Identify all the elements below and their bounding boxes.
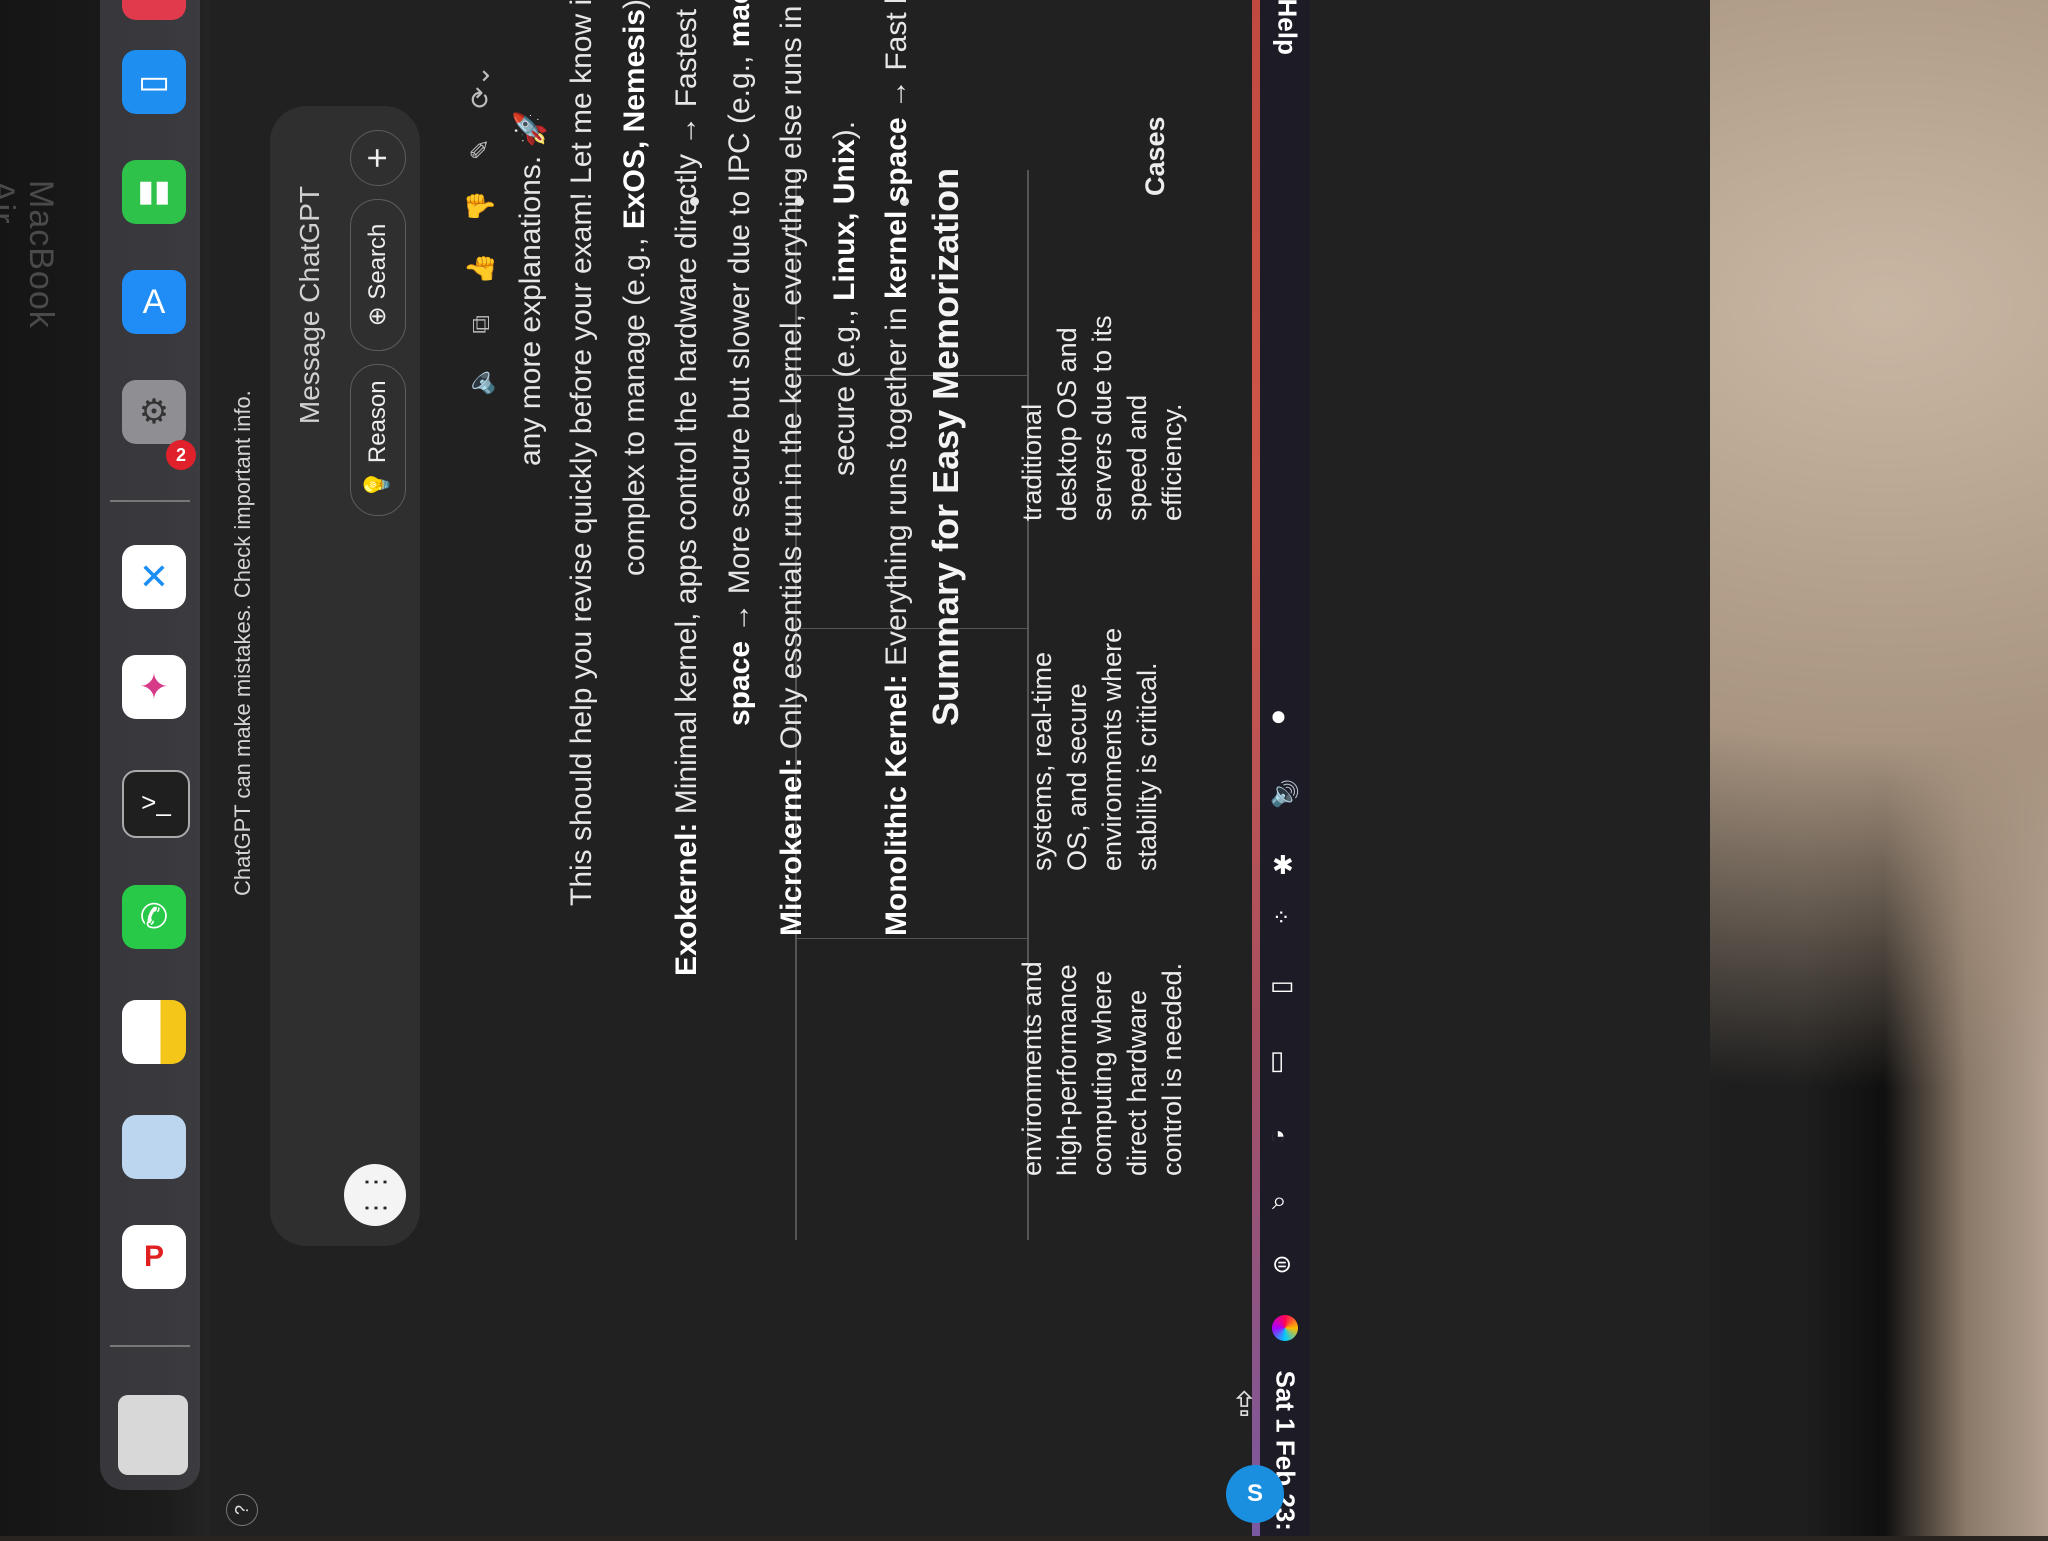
bullet-2-line-2: space → More secure but slower due to IP… — [723, 0, 757, 726]
b1l2-a: secure (e.g., — [828, 300, 861, 476]
b1-term: Monolithic Kernel: — [880, 674, 913, 936]
b1-text: Everything runs together in — [880, 299, 913, 675]
attach-plus-button[interactable]: + — [350, 130, 406, 186]
dock-divider — [110, 500, 190, 502]
search-label: Search — [364, 223, 391, 300]
dock-app-partial-red[interactable] — [122, 0, 186, 20]
b2-term: Microkernel: — [775, 757, 808, 936]
terminal-icon[interactable]: >_ — [122, 770, 190, 838]
xcode-like-icon[interactable]: ✕ — [122, 545, 186, 609]
keynote-icon[interactable]: ▭ — [122, 50, 186, 114]
b2l2-c: macOS, Minix — [723, 0, 756, 47]
bullet-3-line-1: Exokernel: Minimal kernel, apps control … — [670, 0, 704, 976]
capcut-like-icon[interactable]: ✦ — [122, 655, 186, 719]
b2l2-b: → More secure but slower due to IPC (e.g… — [723, 47, 756, 641]
bulb-icon: 💡 — [364, 463, 391, 500]
b3l2-a: complex to manage (e.g., — [618, 229, 651, 576]
composer: Message ChatGPT + ⊕ Search 💡 Reason ⋮⋮ — [270, 106, 420, 1246]
bullet-3-line-2: complex to manage (e.g., ExOS, Nemesis). — [618, 0, 652, 576]
disclaimer: ChatGPT can make mistakes. Check importa… — [230, 390, 255, 896]
b3-text: Minimal kernel, apps control the hardwar… — [670, 0, 703, 823]
laptop-brand-label: MacBook Air — [0, 180, 60, 329]
b1l2-b: Linux, Unix — [828, 139, 861, 301]
thumbs-up-icon[interactable]: 👍 — [465, 253, 497, 285]
b3l2-b: ExOS, Nemesis — [618, 9, 651, 230]
message-input[interactable]: Message ChatGPT — [286, 166, 334, 1166]
edit-icon[interactable]: ✎ — [465, 139, 497, 161]
rotated-text-layer: Cases traditional desktop OS and servers d… — [210, 0, 1310, 1536]
thumbs-down-icon[interactable]: 👎 — [465, 190, 497, 222]
preview-icon[interactable] — [122, 1115, 186, 1179]
reason-button[interactable]: 💡 Reason — [350, 364, 406, 516]
dock: ▭ ▮▮ A ⚙ 2 ✕ ✦ >_ ✆ P — [100, 0, 200, 1490]
table-col2: systems, real-time OS, and secure environm… — [1027, 627, 1162, 871]
trash-icon[interactable] — [118, 1395, 188, 1475]
numbers-icon[interactable]: ▮▮ — [122, 160, 186, 224]
speaker-icon[interactable]: 🔈 — [465, 364, 497, 396]
globe-icon: ⊕ — [364, 299, 391, 327]
notification-badge: 2 — [166, 440, 196, 470]
table-col3: environments and high-performance computin… — [1017, 961, 1187, 1176]
dock-divider-2 — [110, 1345, 190, 1347]
b2-text: Only essentials run in the kernel, every… — [775, 0, 808, 758]
closing-line-1: This should help you revise quickly befo… — [565, 0, 598, 906]
table-col1: traditional desktop OS and servers due to … — [1017, 315, 1187, 521]
regenerate-icon[interactable]: ⟳⌄ — [465, 65, 497, 109]
b3-term: Exokernel: — [670, 822, 703, 976]
b1-rest: → Fast but less — [880, 0, 913, 118]
chat-window: Help ● 🔊 ✱ ⁘ ▭ ▯ ◔ ⌕ ⊜ Sat 1 Feb 23: S ⇪… — [210, 0, 1710, 1536]
notes-icon[interactable] — [122, 1000, 186, 1064]
bullet-1-line-1: Monolithic Kernel: Everything runs toget… — [880, 0, 914, 936]
message-actions: 🔈 ⧉ 👍 👎 ✎ ⟳⌄ — [465, 65, 497, 396]
b1-kernel-space: kernel space — [880, 117, 913, 300]
closing-line-2: any more explanations. 🚀 — [514, 110, 547, 466]
summary-heading: Summary for Easy Memorization — [925, 167, 966, 726]
copy-icon[interactable]: ⧉ — [465, 315, 497, 334]
bullet-2-line-1: Microkernel: Only essentials run in the … — [775, 0, 809, 936]
acrobat-icon[interactable]: P — [122, 1225, 186, 1289]
reason-label: Reason — [364, 380, 391, 464]
app-store-icon[interactable]: A — [122, 270, 186, 334]
bullet-1-line-2: secure (e.g., Linux, Unix). — [828, 121, 862, 476]
search-button[interactable]: ⊕ Search — [350, 199, 406, 351]
system-settings-icon[interactable]: ⚙ — [122, 380, 186, 444]
help-button[interactable]: ? — [226, 1494, 258, 1526]
b1l2-c: ). — [828, 120, 861, 140]
b3l2-c: ). — [618, 0, 651, 9]
voice-mode-icon[interactable]: ⋮⋮ — [344, 1164, 406, 1226]
whatsapp-icon[interactable]: ✆ — [122, 885, 186, 949]
b2l2-a: space — [723, 640, 756, 726]
table-header-cases: Cases — [1140, 116, 1170, 196]
